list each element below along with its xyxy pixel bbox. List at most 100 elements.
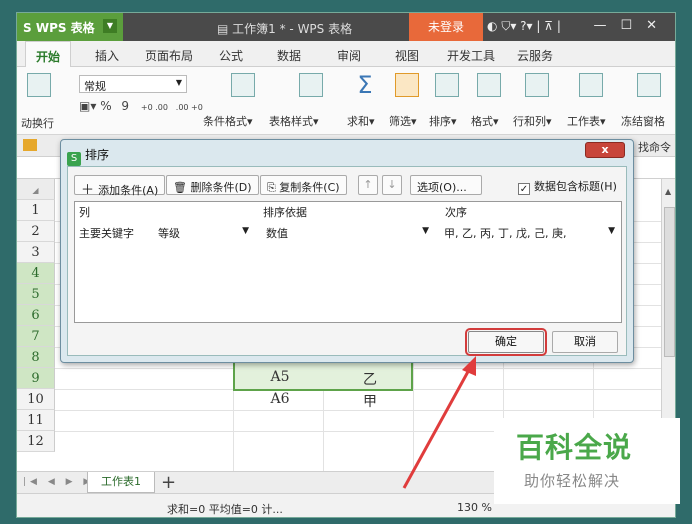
comma-button[interactable]: 9 xyxy=(121,99,129,113)
sort-button[interactable]: 排序▾ xyxy=(429,113,457,129)
conditional-format-button[interactable]: 条件格式▾ xyxy=(203,113,253,129)
wps-logo-icon: S xyxy=(67,152,81,166)
checkbox-checked-icon[interactable]: ✓ xyxy=(518,183,530,195)
minimize-icon[interactable]: — xyxy=(593,18,620,33)
find-command[interactable]: 找命令 xyxy=(638,139,671,155)
cell-grade-yi[interactable]: 乙 xyxy=(325,369,415,389)
row-header-4[interactable]: 4 xyxy=(17,263,55,284)
copy-icon: ⎘ xyxy=(267,181,280,194)
watermark-title: 百科全说 xyxy=(516,431,633,464)
row-header-6[interactable]: 6 xyxy=(17,305,55,326)
sort-condition-row: 主要关键字 等级 ▼ 数值 ▼ 甲, 乙, 丙, 丁, 戊, 己, 庚, ▼ xyxy=(75,222,621,242)
row-col-button[interactable]: 行和列▾ xyxy=(513,113,552,129)
close-icon[interactable]: ✕ xyxy=(646,18,671,33)
tab-data[interactable]: 数据 xyxy=(277,47,301,64)
add-condition-button[interactable]: ＋ 添加条件(A) xyxy=(74,175,166,198)
format-button[interactable]: 格式▾ xyxy=(471,113,499,129)
tab-view[interactable]: 视图 xyxy=(395,47,419,64)
row-header-11[interactable]: 11 xyxy=(17,410,55,431)
sort-order-select[interactable]: 甲, 乙, 丙, 丁, 戊, 己, 庚, ▼ xyxy=(441,223,619,241)
sum-button[interactable]: 求和▾ xyxy=(347,113,375,129)
app-name: WPS 表格 xyxy=(35,21,95,35)
options-button[interactable]: 选项(O)... xyxy=(410,175,482,195)
sort-conditions-list: 列 排序依据 次序 主要关键字 等级 ▼ 数值 ▼ 甲, 乙, 丙, 丁, 戊,… xyxy=(74,201,622,323)
row-header-2[interactable]: 2 xyxy=(17,221,55,242)
row-header-1[interactable]: 1 xyxy=(17,200,55,221)
cancel-button[interactable]: 取消 xyxy=(552,331,618,353)
move-down-button[interactable]: ↓ xyxy=(382,175,402,195)
trash-icon: 🗑 xyxy=(173,181,191,194)
row-col-icon[interactable] xyxy=(525,73,549,97)
dialog-title: S 排序 xyxy=(67,146,109,166)
table-style-icon[interactable] xyxy=(299,73,323,97)
row-header-7[interactable]: 7 xyxy=(17,326,55,347)
add-sheet-button[interactable]: + xyxy=(161,472,176,493)
open-folder-icon[interactable] xyxy=(23,139,37,151)
row-header-9[interactable]: 9 xyxy=(17,368,55,389)
conditional-format-icon[interactable] xyxy=(231,73,255,97)
ok-button[interactable]: 确定 xyxy=(465,328,547,356)
table-style-button[interactable]: 表格样式▾ xyxy=(269,113,319,129)
restore-layout-icon[interactable]: | ⊼ | xyxy=(536,19,561,33)
worksheet-icon[interactable] xyxy=(579,73,603,97)
ribbon: 动换行 常规 ▼ ▣▾ % 9 +0 .00 .00 +0 条件格式▾ 表格样式… xyxy=(17,67,675,135)
tab-home[interactable]: 开始 xyxy=(25,41,72,68)
sum-icon[interactable]: Σ xyxy=(353,73,377,97)
tab-developer[interactable]: 开发工具 xyxy=(447,47,495,64)
delete-condition-button[interactable]: 🗑 删除条件(D) xyxy=(166,175,259,195)
tab-page-layout[interactable]: 页面布局 xyxy=(145,47,193,64)
dialog-close-button[interactable]: x xyxy=(585,142,625,158)
column-header-order: 次序 xyxy=(445,206,467,219)
wps-logo-icon: S xyxy=(23,21,36,35)
wrap-text-icon[interactable] xyxy=(27,73,51,97)
scroll-up-icon[interactable]: ▲ xyxy=(665,187,671,196)
wrap-text-label[interactable]: 动换行 xyxy=(21,115,54,131)
filter-icon[interactable] xyxy=(395,73,419,97)
row-header-8[interactable]: 8 xyxy=(17,347,55,368)
corner-cell[interactable]: ◢ xyxy=(17,179,55,200)
scroll-thumb[interactable] xyxy=(664,207,675,357)
row-header-3[interactable]: 3 xyxy=(17,242,55,263)
cell-a5[interactable]: A5 xyxy=(235,369,325,385)
tab-insert[interactable]: 插入 xyxy=(95,47,119,64)
move-up-button[interactable]: ↑ xyxy=(358,175,378,195)
menu-tabs: 开始 插入 页面布局 公式 数据 审阅 视图 开发工具 云服务 xyxy=(17,41,675,68)
sheet-tab-1[interactable]: 工作表1 xyxy=(87,472,155,493)
title-bar: S WPS 表格 ▼ ▤ 工作簿1 * - WPS 表格 未登录 ◐ ⛉▾ ?▾… xyxy=(17,13,675,41)
increase-decimal-button[interactable]: +0 .00 xyxy=(141,103,168,112)
document-title: ▤ 工作簿1 * - WPS 表格 xyxy=(217,22,353,36)
sort-icon[interactable] xyxy=(435,73,459,97)
key-column-select[interactable]: 等级 ▼ xyxy=(157,223,253,241)
row-header-12[interactable]: 12 xyxy=(17,431,55,452)
chevron-down-icon: ▼ xyxy=(242,226,249,236)
primary-key-label: 主要关键字 xyxy=(79,227,134,240)
skin-icon[interactable]: ◐ xyxy=(487,19,497,33)
row-header-5[interactable]: 5 xyxy=(17,284,55,305)
maximize-icon[interactable]: ☐ xyxy=(620,18,646,33)
shirt-icon[interactable]: ⛉▾ xyxy=(501,19,516,33)
tab-formulas[interactable]: 公式 xyxy=(219,47,243,64)
header-checkbox[interactable]: ✓ 数据包含标题(H) xyxy=(518,178,617,195)
number-format-select[interactable]: 常规 ▼ xyxy=(79,75,187,93)
chevron-down-icon[interactable]: ▼ xyxy=(103,19,117,33)
worksheet-button[interactable]: 工作表▾ xyxy=(567,113,606,129)
freeze-panes-icon[interactable] xyxy=(637,73,661,97)
filter-button[interactable]: 筛选▾ xyxy=(389,113,417,129)
currency-icon[interactable]: ▣▾ xyxy=(79,99,100,113)
cell-grade-jia[interactable]: 甲 xyxy=(325,391,415,411)
sort-basis-select[interactable]: 数值 ▼ xyxy=(263,223,433,241)
app-menu-button[interactable]: S WPS 表格 ▼ xyxy=(17,13,123,41)
decrease-decimal-button[interactable]: .00 +0 xyxy=(176,103,203,112)
chevron-down-icon: ▼ xyxy=(422,226,429,236)
tab-review[interactable]: 审阅 xyxy=(337,47,361,64)
cell-a6[interactable]: A6 xyxy=(235,391,325,407)
zoom-level[interactable]: 130 % xyxy=(457,501,492,514)
login-button[interactable]: 未登录 xyxy=(409,13,483,41)
watermark-subtitle: 助你轻松解决 xyxy=(524,472,621,490)
format-icon[interactable] xyxy=(477,73,501,97)
freeze-panes-button[interactable]: 冻结窗格 xyxy=(621,113,665,129)
percent-button[interactable]: % xyxy=(100,99,111,113)
copy-condition-button[interactable]: ⎘ 复制条件(C) xyxy=(260,175,347,195)
tab-cloud[interactable]: 云服务 xyxy=(517,47,553,64)
row-header-10[interactable]: 10 xyxy=(17,389,55,410)
